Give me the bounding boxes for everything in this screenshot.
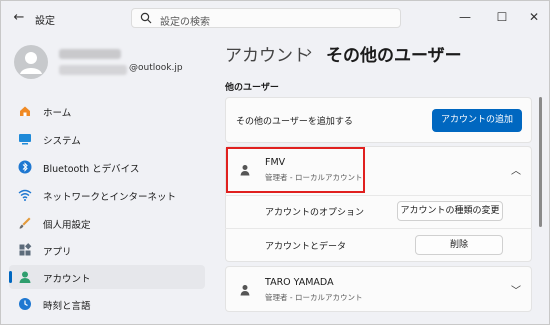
sidebar-item-label: Bluetooth とデバイス [43,164,140,175]
user-icon [240,285,250,296]
remove-account-button[interactable]: 削除 [415,235,503,255]
search-icon [140,12,152,24]
user-avatar-icon [20,52,42,74]
divider [225,228,532,229]
avatar[interactable] [14,45,48,79]
sidebar-item-system[interactable]: システム [9,127,205,151]
minimize-button[interactable]: — [455,7,475,27]
sidebar-item-label: ネットワークとインターネット [43,192,177,203]
sidebar-item-personalization[interactable]: 個人用設定 [9,211,205,235]
user-role: 管理者 - ローカルアカウント [265,293,363,302]
maximize-button[interactable]: ☐ [492,7,512,27]
add-account-button[interactable]: アカウントの追加 [432,109,522,132]
globe-clock-icon [19,298,31,310]
breadcrumb-separator: › [306,42,313,61]
profile-name-redacted [59,49,121,59]
sidebar-item-bluetooth[interactable]: Bluetooth とデバイス [9,155,205,179]
sidebar-item-label: 時刻と言語 [43,301,91,312]
breadcrumb-parent[interactable]: アカウント [225,41,310,66]
chevron-down-icon[interactable]: ﹀ [511,282,521,297]
section-title: 他のユーザー [225,83,279,93]
account-options-label: アカウントのオプション [265,208,365,218]
chevron-up-icon[interactable]: ︿ [511,162,521,177]
sidebar-item-label: アカウント [43,274,91,285]
profile-email-redacted [59,65,127,75]
app-title: 設定 [35,16,55,27]
home-icon [20,106,30,116]
account-data-label: アカウントとデータ [265,242,347,252]
brush-icon [19,217,31,229]
sidebar-item-label: ホーム [43,108,72,119]
scrollbar[interactable] [539,97,542,227]
sidebar-item-network[interactable]: ネットワークとインターネット [9,183,205,207]
search-placeholder: 設定の検索 [160,17,210,28]
search-input[interactable]: 設定の検索 [131,8,401,28]
user-name: TARO YAMADA [265,277,334,288]
apps-icon [19,243,32,256]
system-icon [19,134,31,145]
title-bar: ← 設定 設定の検索 — ☐ ✕ [1,1,549,35]
active-indicator [9,271,12,283]
sidebar-item-home[interactable]: ホーム [9,99,205,123]
account-icon [19,271,31,283]
sidebar-item-label: アプリ [43,247,72,258]
wifi-icon [18,189,32,201]
divider [225,195,532,196]
profile-email-domain: @outlook.jp [129,63,183,73]
settings-window: ← 設定 設定の検索 — ☐ ✕ @outlook.jp ホーム システム Bl… [0,0,550,325]
add-user-text: その他のユーザーを追加する [236,117,353,127]
sidebar-item-label: システム [43,136,81,147]
bluetooth-icon [18,160,32,174]
change-account-type-button[interactable]: アカウントの種類の変更 [397,201,503,221]
user-card-taro[interactable] [225,266,532,312]
close-button[interactable]: ✕ [524,7,544,27]
sidebar-item-apps[interactable]: アプリ [9,238,205,262]
sidebar-item-label: 個人用設定 [43,220,91,231]
highlight-box [226,147,365,193]
sidebar-item-time-language[interactable]: 時刻と言語 [9,292,205,316]
sidebar-item-accounts[interactable]: アカウント [9,265,205,289]
back-button[interactable]: ← [11,10,27,26]
page-title: その他のユーザー [326,46,462,66]
